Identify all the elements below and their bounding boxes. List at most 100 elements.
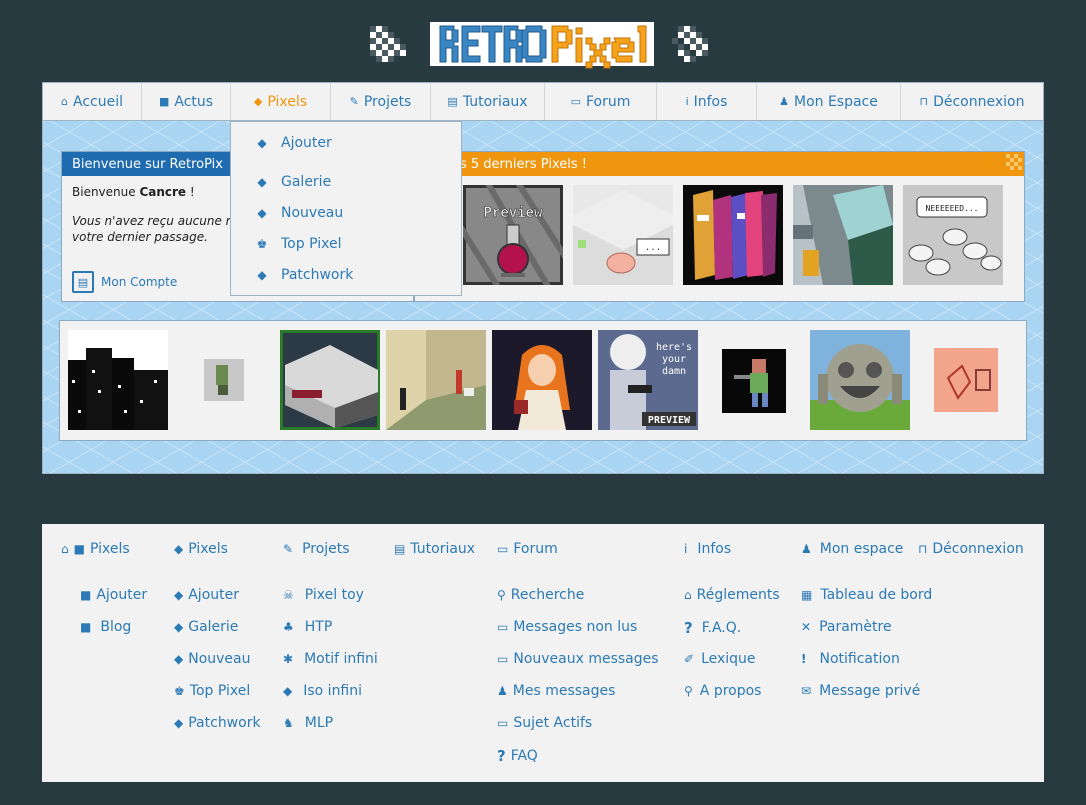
footer-link[interactable]: ▭ Sujet Actifs [497, 715, 592, 731]
footer-label: Blog [100, 619, 132, 635]
footer-link[interactable]: ? FAQ [497, 747, 538, 765]
footer-label: Ajouter [188, 587, 239, 603]
footer-link[interactable]: ♚ Top Pixel [174, 683, 250, 699]
newspaper-plus-icon: ■ [80, 588, 92, 602]
footer-label: Top Pixel [189, 683, 251, 699]
newspaper-icon: ■ [80, 620, 92, 634]
wrench-icon: ⚲ [684, 684, 693, 698]
footer-link[interactable]: ⌂ Réglements [684, 587, 780, 603]
pixel-thumbnail[interactable] [722, 349, 786, 413]
dropdown-nouveau[interactable]: ◆ Nouveau [253, 205, 343, 221]
footer-link[interactable]: ! Notification [801, 651, 900, 667]
pixel-thumbnail[interactable] [492, 330, 592, 430]
footer-header-projets[interactable]: ✎ Projets [283, 541, 350, 557]
pixel-thumbnail[interactable] [68, 330, 168, 430]
cube-icon: ◆ [174, 542, 184, 556]
mon-compte-link[interactable]: ▤ Mon Compte [72, 271, 177, 293]
footer-link[interactable]: ✉ Message privé [801, 683, 920, 699]
iso-cube-icon: ◆ [283, 684, 293, 698]
topics-bubble-icon: ▭ [497, 716, 509, 730]
footer-link[interactable]: ✐ Lexique [684, 651, 756, 667]
pixel-thumbnail[interactable]: here's your damn PREVIEW [598, 330, 698, 430]
footer-header-mon-espace[interactable]: ♟ Mon espace [801, 541, 903, 557]
pencil-icon: ✎ [283, 542, 294, 556]
footer-link[interactable]: ◆ Patchwork [174, 715, 261, 731]
thumb-preview-text: Preview [483, 205, 543, 221]
footer-link[interactable]: ✕ Paramètre [801, 619, 892, 635]
pixel-thumbnail[interactable] [280, 330, 380, 430]
dropdown-label: Galerie [281, 174, 332, 190]
pixel-thumbnail[interactable] [683, 185, 783, 285]
pin-icon: ✐ [684, 652, 695, 666]
magnifier-icon: ⚲ [497, 588, 506, 602]
pixel-thumbnail[interactable]: ... [573, 185, 673, 285]
footer-label: Déconnexion [932, 541, 1024, 557]
envelope-icon: ✉ [801, 684, 812, 698]
pixel-thumbnail[interactable] [793, 185, 893, 285]
footer-link[interactable]: ◆ Nouveau [174, 651, 251, 667]
footer-label: Mes messages [512, 683, 616, 699]
dropdown-top-pixel[interactable]: ♚ Top Pixel [253, 236, 342, 252]
nav-label: Forum [586, 93, 631, 110]
footer-link[interactable]: ■ Blog [80, 619, 131, 635]
footer-sitemap: ⌂ ■ Pixels ■ Ajouter ■ Blog ◆ Pixels ◆ Aj… [42, 524, 1044, 782]
footer-link[interactable]: ◆ Galerie [174, 619, 238, 635]
house-icon: ⌂ [61, 95, 68, 108]
footer-header-pixels[interactable]: ◆ Pixels [174, 541, 228, 557]
nav-label: Mon Espace [793, 93, 878, 110]
dropdown-ajouter[interactable]: ◆ Ajouter [253, 135, 331, 151]
checker-corner-decoration [1006, 154, 1022, 170]
pixel-thumbnail[interactable] [934, 348, 998, 412]
footer-link[interactable]: ? F.A.Q. [684, 619, 741, 637]
pixel-thumbnail[interactable]: NEEEEEED... [903, 185, 1003, 285]
nav-mon-espace[interactable]: ♟ Mon Espace [757, 83, 901, 120]
footer-header-infos[interactable]: i Infos [684, 541, 731, 557]
footer-label: Galerie [188, 619, 239, 635]
footer-link[interactable]: ▭ Nouveaux messages [497, 651, 659, 667]
speech-bubble-icon: ▭ [497, 542, 509, 556]
footer-link[interactable]: ⚲ Recherche [497, 587, 584, 603]
nav-accueil[interactable]: ⌂ Accueil [43, 83, 142, 120]
thumb-heres-line2: your [662, 354, 686, 365]
footer-header-deconnexion[interactable]: ⊓ Déconnexion [918, 541, 1024, 557]
footer-link[interactable]: ◆ Ajouter [174, 587, 239, 603]
nav-projets[interactable]: ✎ Projets [331, 83, 431, 120]
pixel-thumbnail[interactable] [810, 330, 910, 430]
pixel-thumbnail[interactable] [386, 330, 486, 430]
account-card-icon: ▤ [72, 271, 94, 293]
nav-infos[interactable]: i Infos [657, 83, 757, 120]
footer-label: Infos [697, 541, 732, 557]
nav-pixels[interactable]: ◆ Pixels [231, 83, 331, 120]
cube-icon: ◆ [174, 620, 184, 634]
pattern-icon: ✱ [283, 652, 294, 666]
nav-actus[interactable]: ■ Actus [142, 83, 231, 120]
footer-link[interactable]: ▭ Messages non lus [497, 619, 637, 635]
footer-link[interactable]: ♣ HTP [283, 619, 332, 635]
footer-link[interactable]: ✱ Motif infini [283, 651, 378, 667]
footer-link[interactable]: ■ Ajouter [80, 587, 147, 603]
footer-label: Nouveaux messages [513, 651, 659, 667]
footer-link[interactable]: ◆ Iso infini [283, 683, 362, 699]
footer-header-forum[interactable]: ▭ Forum [497, 541, 558, 557]
footer-link[interactable]: ☠ Pixel toy [283, 587, 364, 603]
greeting-prefix: Bienvenue [72, 185, 140, 199]
footer-header-tutoriaux[interactable]: ▤ Tutoriaux [394, 541, 475, 557]
nav-label: Actus [174, 93, 214, 110]
footer-home-pixels[interactable]: ⌂ ■ Pixels [61, 541, 130, 557]
nav-deconnexion[interactable]: ⊓ Déconnexion [901, 83, 1043, 120]
footer-link[interactable]: ⚲ A propos [684, 683, 761, 699]
username[interactable]: Cancre [139, 185, 186, 199]
pixel-thumbnail[interactable]: Preview [463, 185, 563, 285]
retropixel-logo[interactable] [366, 18, 718, 70]
nav-forum[interactable]: ▭ Forum [545, 83, 657, 120]
unread-bubble-icon: ▭ [497, 620, 509, 634]
latest-pixels-title: es 5 derniers Pixels ! [415, 152, 1024, 176]
dropdown-patchwork[interactable]: ◆ Patchwork [253, 267, 353, 283]
footer-link[interactable]: ♞ MLP [283, 715, 333, 731]
pixel-thumbnail[interactable] [204, 359, 244, 401]
dropdown-galerie[interactable]: ◆ Galerie [253, 174, 331, 190]
footer-link[interactable]: ▦ Tableau de bord [801, 587, 932, 603]
nav-tutoriaux[interactable]: ▤ Tutoriaux [431, 83, 545, 120]
footer-link[interactable]: ♟ Mes messages [497, 683, 615, 699]
nav-label: Infos [693, 93, 728, 110]
